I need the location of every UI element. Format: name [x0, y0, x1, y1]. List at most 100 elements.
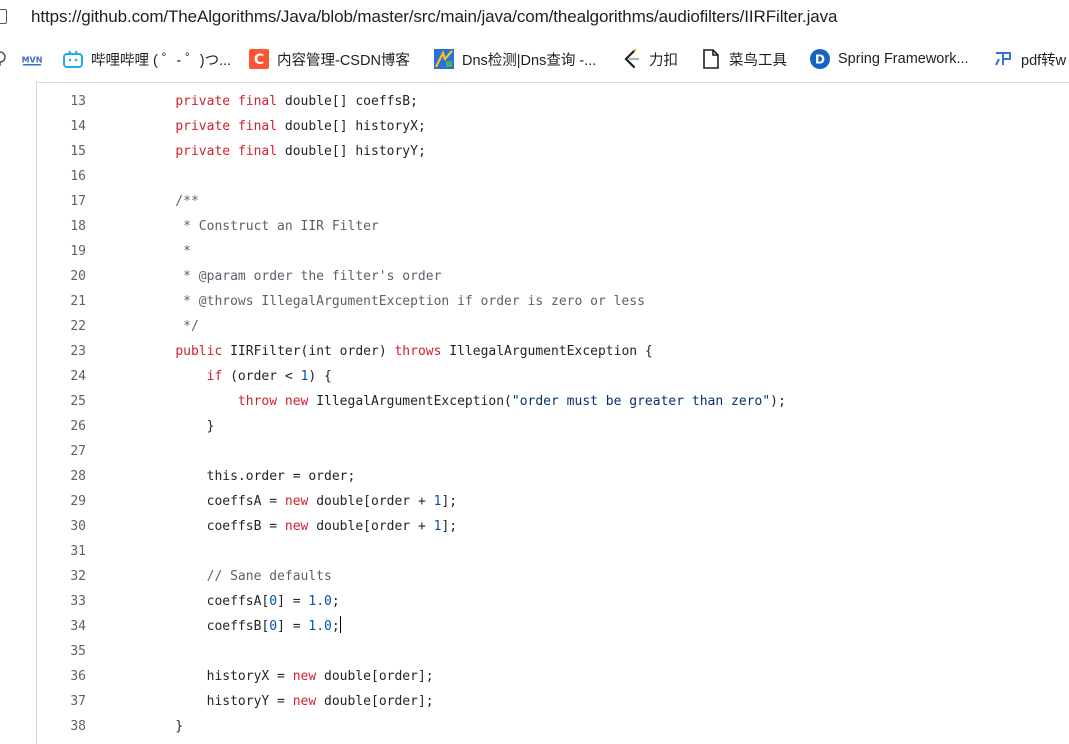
bookmark-runoob[interactable]: 菜鸟工具	[701, 36, 787, 82]
line-number[interactable]: 17	[36, 189, 86, 214]
bookmark-label: Spring Framework...	[838, 51, 969, 67]
code-line[interactable]: 35	[36, 639, 1069, 664]
lock-icon[interactable]	[0, 9, 7, 24]
line-number[interactable]: 35	[36, 639, 86, 664]
line-number[interactable]: 21	[36, 289, 86, 314]
code-line[interactable]: 13 private final double[] coeffsB;	[36, 89, 1069, 114]
code-token: ];	[441, 519, 458, 534]
code-view[interactable]: 13 private final double[] coeffsB; 14 pri…	[36, 82, 1069, 744]
code-text: if (order < 1) {	[144, 364, 332, 389]
line-number[interactable]: 31	[36, 539, 86, 564]
svg-text:D: D	[815, 53, 825, 67]
code-line[interactable]: 27	[36, 439, 1069, 464]
code-text: }	[144, 414, 215, 439]
code-line[interactable]: 14 private final double[] historyX;	[36, 114, 1069, 139]
code-token: final	[237, 144, 278, 159]
bookmark-partial[interactable]	[0, 36, 18, 82]
code-token: private	[175, 94, 231, 109]
code-line[interactable]: 37 historyY = new double[order];	[36, 689, 1069, 714]
line-number[interactable]: 20	[36, 264, 86, 289]
line-number[interactable]: 19	[36, 239, 86, 264]
code-token: new	[284, 394, 309, 409]
code-token: this.order = order;	[144, 469, 356, 484]
line-number[interactable]: 26	[36, 414, 86, 439]
code-line[interactable]: 19 *	[36, 239, 1069, 264]
line-number[interactable]: 30	[36, 514, 86, 539]
code-line[interactable]: 16	[36, 164, 1069, 189]
line-number[interactable]: 16	[36, 164, 86, 189]
line-number[interactable]: 34	[36, 614, 86, 639]
code-token: double[order];	[316, 669, 434, 684]
file-icon	[701, 49, 721, 69]
address-bar[interactable]: https://github.com/TheAlgorithms/Java/bl…	[0, 0, 1069, 36]
bookmark-leetcode[interactable]: 力扣	[621, 36, 678, 82]
code-token: 0	[269, 594, 278, 609]
code-token: historyX =	[144, 669, 293, 684]
code-token: public	[175, 344, 223, 359]
code-line[interactable]: 34 coeffsB[0] = 1.0;	[36, 614, 1069, 639]
line-number[interactable]: 32	[36, 564, 86, 589]
code-line[interactable]: 30 coeffsB = new double[order + 1];	[36, 514, 1069, 539]
code-token: ;	[331, 619, 340, 634]
code-line[interactable]: 36 historyX = new double[order];	[36, 664, 1069, 689]
code-text: coeffsA[0] = 1.0;	[144, 589, 340, 614]
code-line[interactable]: 23 public IIRFilter(int order) throws Il…	[36, 339, 1069, 364]
bookmark-dns[interactable]: Dns检测|Dns查询 -...	[434, 36, 596, 82]
bookmark-spring[interactable]: D Spring Framework...	[810, 36, 969, 82]
code-text: coeffsA = new double[order + 1];	[144, 489, 457, 514]
code-line[interactable]: 33 coeffsA[0] = 1.0;	[36, 589, 1069, 614]
bookmark-bilibili[interactable]: 哔哩哔哩 ( ゜- ゜)つ...	[63, 36, 231, 82]
code-line[interactable]: 38 }	[36, 714, 1069, 739]
bookmark-mvn[interactable]: MVN	[22, 36, 50, 82]
bookmark-label: 力扣	[649, 52, 678, 69]
code-token: final	[237, 119, 278, 134]
code-text: throw new IllegalArgumentException("orde…	[144, 389, 786, 414]
code-token: ;	[331, 594, 340, 609]
bookmark-csdn[interactable]: C 内容管理-CSDN博客	[249, 36, 410, 82]
code-line[interactable]: 22 */	[36, 314, 1069, 339]
code-text: historyX = new double[order];	[144, 664, 434, 689]
bookmark-pdf[interactable]: pdf转w	[993, 36, 1066, 82]
line-number[interactable]: 23	[36, 339, 86, 364]
code-token: /**	[144, 194, 199, 209]
code-line[interactable]: 24 if (order < 1) {	[36, 364, 1069, 389]
code-token: // Sane defaults	[144, 569, 332, 584]
url-text[interactable]: https://github.com/TheAlgorithms/Java/bl…	[31, 7, 837, 27]
code-line[interactable]: 21 * @throws IllegalArgumentException if…	[36, 289, 1069, 314]
code-token: (order <	[222, 369, 301, 384]
code-line[interactable]: 31	[36, 539, 1069, 564]
code-token: 1.0	[308, 594, 332, 609]
line-number[interactable]: 37	[36, 689, 86, 714]
line-number[interactable]: 22	[36, 314, 86, 339]
code-line[interactable]: 15 private final double[] historyY;	[36, 139, 1069, 164]
line-number[interactable]: 15	[36, 139, 86, 164]
code-line[interactable]: 18 * Construct an IIR Filter	[36, 214, 1069, 239]
line-number[interactable]: 28	[36, 464, 86, 489]
code-line[interactable]: 32 // Sane defaults	[36, 564, 1069, 589]
line-number[interactable]: 36	[36, 664, 86, 689]
code-token: new	[284, 519, 309, 534]
code-text: * @throws IllegalArgumentException if or…	[144, 289, 645, 314]
code-line[interactable]: 25 throw new IllegalArgumentException("o…	[36, 389, 1069, 414]
line-number[interactable]: 33	[36, 589, 86, 614]
line-number[interactable]: 18	[36, 214, 86, 239]
line-number[interactable]: 25	[36, 389, 86, 414]
line-number[interactable]: 13	[36, 89, 86, 114]
code-line[interactable]: 29 coeffsA = new double[order + 1];	[36, 489, 1069, 514]
code-line[interactable]: 26 }	[36, 414, 1069, 439]
code-line[interactable]: 20 * @param order the filter's order	[36, 264, 1069, 289]
code-token: IllegalArgumentException {	[441, 344, 653, 359]
line-number[interactable]: 38	[36, 714, 86, 739]
code-line[interactable]: 17 /**	[36, 189, 1069, 214]
code-text: public IIRFilter(int order) throws Illeg…	[144, 339, 653, 364]
code-text: historyY = new double[order];	[144, 689, 434, 714]
code-token: final	[237, 94, 278, 109]
code-line[interactable]: 28 this.order = order;	[36, 464, 1069, 489]
bookmark-label: 内容管理-CSDN博客	[277, 52, 410, 69]
line-number[interactable]: 14	[36, 114, 86, 139]
line-number[interactable]: 24	[36, 364, 86, 389]
code-token: ) {	[308, 369, 332, 384]
line-number[interactable]: 27	[36, 439, 86, 464]
line-number[interactable]: 29	[36, 489, 86, 514]
